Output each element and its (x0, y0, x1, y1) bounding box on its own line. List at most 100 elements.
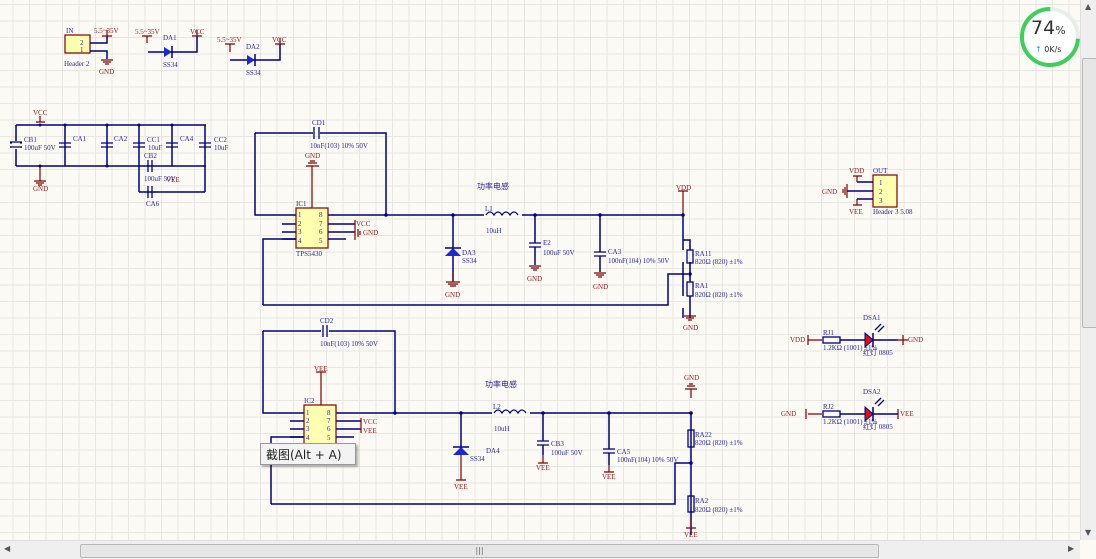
net-label: VDD (790, 336, 805, 344)
net-label: VEE (536, 464, 550, 472)
schematic-drawing: IN 2 1 Header 2 5.5~35V GND 5.5~35V DA1 … (10, 27, 923, 539)
gauge-percent: 74% (1031, 17, 1066, 39)
net-label: VCC (190, 28, 205, 36)
net-label: 5.5~35V (94, 27, 119, 35)
gnd-label: GND (908, 336, 923, 344)
led-indicator-2[interactable]: GND RJ2 1.2KΩ (1001) ±1% DSA2 红灯 0805 VE… (781, 388, 914, 431)
ref-label: CC1 (147, 136, 160, 144)
scroll-up-icon[interactable]: ▲ (1085, 2, 1091, 11)
vertical-scroll-thumb[interactable] (1082, 58, 1096, 328)
ref-label: DA3 (462, 249, 476, 257)
pin-label: 4 (298, 237, 302, 245)
scroll-right-icon[interactable]: ▶ (1068, 544, 1074, 553)
ref-label: IC1 (296, 200, 307, 208)
ref-label: IC2 (304, 397, 315, 405)
gauge-speed: ↑ 0K/s (1035, 45, 1062, 54)
net-label: VDD (849, 167, 864, 175)
ref-label: CA6 (146, 200, 160, 208)
ref-label: CA2 (114, 135, 128, 143)
ref-label: DA4 (486, 447, 500, 455)
net-label: VEE (454, 483, 468, 491)
net-label: VCC (33, 109, 48, 117)
part-label: TPS5430 (296, 250, 323, 258)
negative-regulator[interactable]: CD2 10nF(103) 10% 50V VEE IC2 1 2 3 4 8 … (262, 317, 743, 539)
capacitor-bank[interactable]: VCC GND CB1 100uF 50V CA1 CA2 CC1 10uF C… (10, 109, 229, 208)
net-label: VEE (363, 427, 377, 435)
pin-label: 1 (80, 46, 84, 54)
pin-label: 5 (327, 434, 331, 442)
pin-label: 4 (306, 434, 310, 442)
value-label: 10nF(103) 10% 50V (320, 340, 378, 348)
net-label: VCC (272, 36, 287, 44)
header-out[interactable]: VDD OUT GND VEE Header 3 5.08 1 2 3 (822, 167, 913, 216)
ref-label: CB3 (551, 440, 564, 448)
ref-label: DSA2 (863, 388, 881, 396)
value-label: 820Ω (820) ±1% (695, 506, 743, 514)
upload-arrow-icon: ↑ (1035, 45, 1042, 54)
pin-label: 6 (319, 228, 323, 236)
pin-label: 1 (306, 409, 310, 417)
ref-label: CA1 (73, 135, 87, 143)
ref-label: RA22 (695, 431, 712, 439)
gnd-label: GND (305, 152, 320, 160)
value-label: 820Ω (820) ±1% (695, 439, 743, 447)
net-label: VEE (314, 365, 328, 373)
part-label: Header 2 (64, 60, 90, 68)
net-label: VEE (684, 531, 698, 539)
net-label: VEE (166, 176, 180, 184)
pin-label: 2 (879, 188, 883, 196)
scroll-down-icon[interactable]: ▼ (1085, 528, 1091, 537)
network-speed-widget[interactable]: 74% ↑ 0K/s (1019, 6, 1081, 68)
part-label: SS34 (462, 257, 477, 265)
note-label: 功率电感 (477, 181, 509, 191)
pin-label: 7 (319, 220, 323, 228)
value-label: 10uF (214, 144, 229, 152)
positive-regulator[interactable]: CD1 10nF(103) 10% 50V GND IC1 1 2 3 4 8 … (254, 119, 743, 332)
pin-label: 2 (298, 220, 302, 228)
gnd-label: GND (781, 410, 796, 418)
value-label: 100uF 50V (551, 449, 583, 457)
gnd-label: GND (684, 374, 699, 382)
horizontal-scrollbar[interactable]: ◀ ||| ▶ (0, 540, 1080, 559)
value-label: 820Ω (820) ±1% (695, 258, 743, 266)
ref-label: RA1 (695, 282, 709, 290)
gnd-label: GND (683, 324, 698, 332)
value-label: 100uF 50V (24, 144, 56, 152)
ref-label: OUT (873, 167, 888, 175)
pin-label: 6 (327, 425, 331, 433)
gnd-label: GND (363, 229, 378, 237)
diode-da2[interactable]: 5.5~35V DA2 SS34 VCC (217, 36, 287, 77)
pin-label: 1 (298, 211, 302, 219)
horizontal-scroll-thumb[interactable]: ||| (80, 544, 879, 558)
ref-label: RA11 (695, 250, 712, 258)
value-label: 10uH (494, 425, 510, 433)
ref-label: CB2 (144, 152, 157, 160)
ref-label: DA1 (163, 34, 177, 42)
diode-da1[interactable]: 5.5~35V DA1 SS34 VCC (135, 28, 205, 69)
part-label: SS34 (163, 61, 178, 69)
screenshot-tooltip: 截图(Alt + A) (260, 443, 356, 465)
ref-label: CD1 (312, 119, 326, 127)
ref-label: CC2 (214, 136, 227, 144)
scroll-left-icon[interactable]: ◀ (4, 544, 10, 553)
gnd-label: GND (33, 185, 48, 193)
net-label: VEE (849, 208, 863, 216)
pin-label: 2 (306, 417, 310, 425)
ref-label: IN (66, 27, 73, 35)
part-label: SS34 (470, 455, 485, 463)
ref-label: DSA1 (863, 314, 881, 322)
value-label: 100nF(104) 10% 50V (608, 257, 669, 265)
part-label: Header 3 5.08 (873, 208, 913, 216)
value-label: 10uF (148, 144, 163, 152)
value-label: 10nF(103) 10% 50V (310, 142, 368, 150)
pin-label: 3 (298, 228, 302, 236)
ref-label: CA3 (608, 248, 622, 256)
gnd-label: GND (822, 188, 837, 196)
header-in[interactable]: IN 2 1 Header 2 5.5~35V GND (64, 27, 119, 76)
vertical-scrollbar[interactable]: ▲ ▼ (1080, 0, 1096, 540)
pin-label: 7 (327, 417, 331, 425)
value-label: 红灯 0805 (863, 348, 893, 357)
net-label: VEE (900, 410, 914, 418)
led-indicator-1[interactable]: VDD RJ1 1.2KΩ (1001) ±1% DSA1 红灯 0805 GN… (790, 314, 923, 357)
ref-label: RA2 (695, 497, 709, 505)
